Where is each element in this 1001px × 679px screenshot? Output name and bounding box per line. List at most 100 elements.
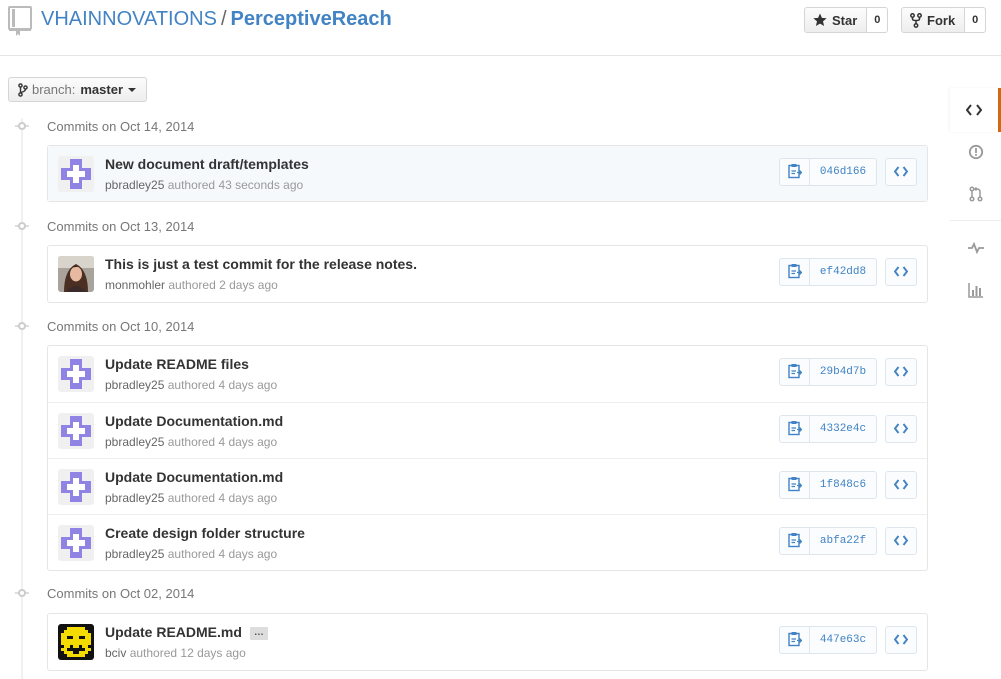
- code-icon: [893, 365, 909, 380]
- repo-name-link[interactable]: PerceptiveReach: [231, 8, 392, 30]
- commit-sha-link[interactable]: 29b4d7b: [810, 358, 877, 386]
- copy-sha-button[interactable]: [779, 626, 810, 654]
- fork-button[interactable]: Fork: [901, 7, 966, 33]
- commit-author[interactable]: pbradley25: [105, 435, 164, 449]
- browse-code-button[interactable]: [885, 258, 917, 286]
- commit-title[interactable]: Update Documentation.md: [105, 413, 283, 429]
- identicon-icon: [58, 413, 94, 449]
- commit-time: authored 43 seconds ago: [167, 178, 304, 192]
- chevron-down-icon: [128, 87, 137, 92]
- identicon-icon: [58, 356, 94, 392]
- clipboard-icon: [787, 631, 802, 650]
- branch-label: branch:: [32, 82, 76, 97]
- commit-row: Update README files pbradley25 authored …: [48, 346, 927, 402]
- fork-count[interactable]: 0: [965, 7, 987, 33]
- commit-sha-link[interactable]: ef42dd8: [810, 258, 877, 286]
- commit-meta: pbradley25 authored 4 days ago: [105, 491, 277, 505]
- commit-author[interactable]: bciv: [105, 646, 126, 660]
- identicon-icon: [58, 156, 94, 192]
- branch-selector[interactable]: branch: master: [8, 77, 148, 102]
- avatar[interactable]: [58, 156, 94, 192]
- clipboard-icon: [787, 263, 802, 282]
- branch-icon: [18, 82, 28, 97]
- issues-icon: [968, 144, 983, 160]
- star-count[interactable]: 0: [867, 7, 889, 33]
- commit-sha-link[interactable]: 1f848c6: [810, 471, 877, 499]
- copy-sha-button[interactable]: [779, 258, 810, 286]
- code-icon: [893, 165, 909, 180]
- browse-code-button[interactable]: [885, 626, 917, 654]
- copy-sha-button[interactable]: [779, 471, 810, 499]
- commit-time: authored 4 days ago: [167, 378, 278, 392]
- commit-sha-link[interactable]: 447e63c: [810, 626, 877, 654]
- avatar[interactable]: [58, 525, 94, 561]
- copy-sha-button[interactable]: [779, 527, 810, 555]
- sha-group: 1f848c6: [779, 471, 877, 499]
- commit-sha-link[interactable]: abfa22f: [810, 527, 877, 555]
- commit-group: This is just a test commit for the relea…: [47, 245, 928, 303]
- commit-author[interactable]: monmohler: [105, 278, 165, 292]
- commit-meta: pbradley25 authored 4 days ago: [105, 378, 277, 392]
- nav-issues[interactable]: [950, 130, 1001, 174]
- commit-title[interactable]: New document draft/templates: [105, 156, 309, 172]
- commit-time: authored 12 days ago: [129, 646, 246, 660]
- commit-sha-link[interactable]: 4332e4c: [810, 415, 877, 443]
- copy-sha-button[interactable]: [779, 158, 810, 186]
- avatar[interactable]: [58, 624, 94, 660]
- commit-meta: pbradley25 authored 43 seconds ago: [105, 178, 303, 192]
- commit-title[interactable]: Create design folder structure: [105, 525, 305, 541]
- commit-author[interactable]: pbradley25: [105, 378, 164, 392]
- code-icon: [893, 265, 909, 280]
- date-heading: Commits on Oct 13, 2014: [47, 219, 195, 234]
- commit-title[interactable]: Update README files: [105, 356, 249, 372]
- commit-time: authored 4 days ago: [167, 491, 278, 505]
- commit-row: Update Documentation.md pbradley25 autho…: [48, 458, 927, 514]
- expand-message-button[interactable]: …: [249, 626, 268, 640]
- pull-request-icon: [968, 186, 983, 202]
- pulse-icon: [967, 242, 984, 254]
- browse-code-button[interactable]: [885, 158, 917, 186]
- repo-header: VHAINNOVATIONS / PerceptiveReach Star 0 Fo…: [0, 0, 1001, 56]
- commit-meta: pbradley25 authored 4 days ago: [105, 435, 277, 449]
- nav-code[interactable]: [950, 88, 1001, 132]
- avatar[interactable]: [58, 356, 94, 392]
- repo-book-icon: [8, 6, 32, 36]
- nav-pulse[interactable]: [950, 226, 1001, 270]
- star-button[interactable]: Star: [804, 7, 868, 33]
- browse-code-button[interactable]: [885, 527, 917, 555]
- commit-author[interactable]: pbradley25: [105, 547, 164, 561]
- clipboard-icon: [787, 420, 802, 439]
- avatar[interactable]: [58, 413, 94, 449]
- commit-author[interactable]: pbradley25: [105, 491, 164, 505]
- branch-value: master: [80, 82, 124, 97]
- commit-title[interactable]: Update Documentation.md: [105, 469, 283, 485]
- nav-graphs[interactable]: [950, 268, 1001, 312]
- copy-sha-button[interactable]: [779, 415, 810, 443]
- repo-nav-rail: [950, 80, 1001, 320]
- fork-button-group: Fork 0: [901, 7, 987, 33]
- commit-author[interactable]: pbradley25: [105, 178, 164, 192]
- commit-sha-link[interactable]: 046d166: [810, 158, 877, 186]
- clipboard-icon: [787, 532, 802, 551]
- browse-code-button[interactable]: [885, 415, 917, 443]
- identicon-icon: [58, 525, 94, 561]
- avatar[interactable]: [58, 469, 94, 505]
- title-separator: /: [220, 8, 227, 30]
- rail-divider: [950, 220, 1001, 221]
- space-invader-avatar-icon: [58, 624, 94, 660]
- avatar[interactable]: [58, 256, 94, 292]
- clipboard-icon: [787, 163, 802, 182]
- star-icon: [813, 13, 827, 26]
- browse-code-button[interactable]: [885, 358, 917, 386]
- commit-meta: monmohler authored 2 days ago: [105, 278, 278, 292]
- date-heading: Commits on Oct 10, 2014: [47, 319, 195, 334]
- nav-pull-requests[interactable]: [950, 172, 1001, 216]
- commit-row: Update README.md … bciv authored 12 days …: [48, 614, 927, 670]
- browse-code-button[interactable]: [885, 471, 917, 499]
- sha-group: 4332e4c: [779, 415, 877, 443]
- timeline-node-icon: [15, 219, 29, 233]
- owner-link[interactable]: VHAINNOVATIONS: [41, 8, 217, 30]
- commit-title[interactable]: This is just a test commit for the relea…: [105, 256, 417, 272]
- copy-sha-button[interactable]: [779, 358, 810, 386]
- commit-title-link[interactable]: Update README.md: [105, 624, 242, 640]
